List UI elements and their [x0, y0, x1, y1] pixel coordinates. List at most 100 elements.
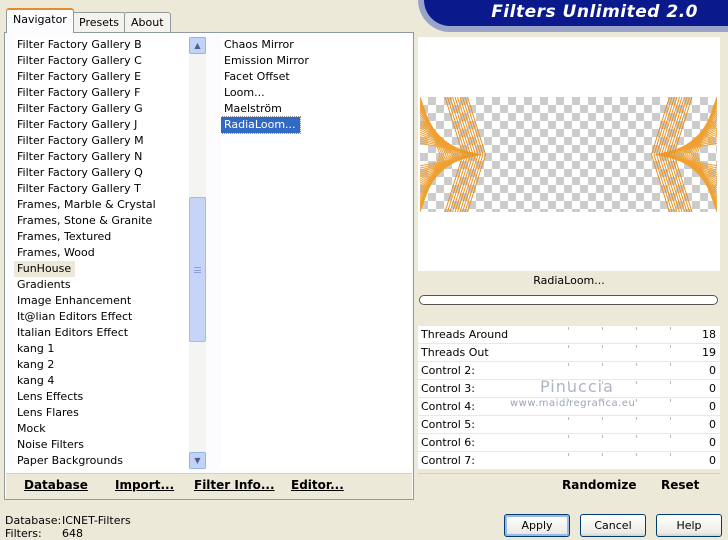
list-item[interactable]: Filter Factory Gallery C: [14, 53, 189, 69]
tab-presets[interactable]: Presets: [72, 12, 127, 32]
category-label: Filter Factory Gallery E: [17, 70, 142, 83]
tab-about[interactable]: About: [124, 12, 171, 32]
control-value: 0: [709, 382, 716, 395]
control-label: Control 6:: [421, 436, 475, 449]
control-label: Control 2:: [421, 364, 475, 377]
cancel-button[interactable]: Cancel: [580, 514, 646, 537]
database-label: Database:: [5, 514, 62, 527]
list-item[interactable]: It@lian Editors Effect: [14, 309, 189, 325]
control-value: 19: [702, 346, 716, 359]
category-label: Frames, Textured: [17, 230, 112, 243]
filters-label: Filters:: [5, 527, 42, 540]
list-item[interactable]: Filter Factory Gallery B: [14, 37, 189, 53]
category-label: Filter Factory Gallery M: [17, 134, 144, 147]
control-value: 0: [709, 418, 716, 431]
list-item[interactable]: FunHouse: [14, 261, 189, 277]
preview-filter-name: RadiaLoom...: [533, 274, 605, 287]
list-item[interactable]: Filter Factory Gallery F: [14, 85, 189, 101]
scroll-down-button[interactable]: ▼: [189, 452, 206, 469]
slider-ticks: [568, 327, 690, 330]
list-item[interactable]: Filter Factory Gallery J: [14, 117, 189, 133]
slider-ticks: [568, 363, 690, 366]
list-item[interactable]: Lens Effects: [14, 389, 189, 405]
category-label: Lens Effects: [17, 390, 84, 403]
list-item[interactable]: Frames, Stone & Granite: [14, 213, 189, 229]
filter-label: Emission Mirror: [224, 54, 309, 67]
grip-icon: [194, 266, 201, 273]
control-value: 0: [709, 436, 716, 449]
category-label: Filter Factory Gallery Q: [17, 166, 143, 179]
slider-ticks: [568, 435, 690, 438]
control-slider[interactable]: Control 7: 0: [418, 452, 720, 470]
list-item[interactable]: Noise Filters: [14, 437, 189, 453]
list-item[interactable]: Emission Mirror: [221, 53, 411, 69]
filter-info-button[interactable]: Filter Info...: [194, 478, 275, 492]
category-label: Filter Factory Gallery J: [17, 118, 138, 131]
list-item[interactable]: kang 4: [14, 373, 189, 389]
filter-label: Facet Offset: [224, 70, 290, 83]
list-item[interactable]: Chaos Mirror: [221, 37, 411, 53]
category-label: Italian Editors Effect: [17, 326, 129, 339]
category-label: It@lian Editors Effect: [17, 310, 133, 323]
control-slider[interactable]: Threads Around 18: [418, 326, 720, 344]
control-label: Threads Out: [421, 346, 489, 359]
filter-label: Loom...: [224, 86, 265, 99]
list-item[interactable]: Loom...: [221, 85, 411, 101]
list-item[interactable]: Filter Factory Gallery E: [14, 69, 189, 85]
preview-image: [420, 97, 717, 212]
import-button[interactable]: Import...: [115, 478, 174, 492]
category-label: Filter Factory Gallery B: [17, 38, 142, 51]
category-label: kang 4: [17, 374, 55, 387]
category-label: Frames, Wood: [17, 246, 95, 259]
category-label: Filter Factory Gallery T: [17, 182, 141, 195]
category-label: Noise Filters: [17, 438, 84, 451]
list-item[interactable]: Filter Factory Gallery N: [14, 149, 189, 165]
list-item[interactable]: Paper Backgrounds: [14, 453, 189, 469]
category-scrollbar[interactable]: ▲ ▼: [189, 37, 206, 469]
control-value: 0: [709, 400, 716, 413]
category-label: Paper Backgrounds: [17, 454, 124, 467]
list-item[interactable]: kang 2: [14, 357, 189, 373]
scroll-up-button[interactable]: ▲: [189, 37, 206, 54]
list-item[interactable]: kang 1: [14, 341, 189, 357]
control-label: Control 5:: [421, 418, 475, 431]
slider-ticks: [568, 345, 690, 348]
scroll-thumb[interactable]: [189, 197, 206, 342]
filter-list[interactable]: Chaos Mirror Emission Mirror Facet Offset L…: [221, 37, 411, 469]
list-item[interactable]: Frames, Textured: [14, 229, 189, 245]
preview-pattern: [420, 97, 717, 212]
randomize-button[interactable]: Randomize: [562, 478, 636, 492]
help-button[interactable]: Help: [656, 514, 722, 537]
database-button[interactable]: Database: [24, 478, 88, 492]
list-item[interactable]: Image Enhancement: [14, 293, 189, 309]
list-item[interactable]: Filter Factory Gallery T: [14, 181, 189, 197]
list-item[interactable]: Mock: [14, 421, 189, 437]
category-label: Filter Factory Gallery G: [17, 102, 143, 115]
list-item[interactable]: Facet Offset: [221, 69, 411, 85]
apply-button[interactable]: Apply: [504, 514, 570, 537]
list-item[interactable]: Italian Editors Effect: [14, 325, 189, 341]
editor-button[interactable]: Editor...: [291, 478, 344, 492]
list-item[interactable]: Lens Flares: [14, 405, 189, 421]
category-list[interactable]: Filter Factory Gallery B Filter Factory G…: [14, 37, 189, 469]
list-item[interactable]: Filter Factory Gallery G: [14, 101, 189, 117]
list-item[interactable]: Gradients: [14, 277, 189, 293]
control-slider[interactable]: Control 5: 0: [418, 416, 720, 434]
list-item[interactable]: Maelström: [221, 101, 411, 117]
list-item[interactable]: Filter Factory Gallery Q: [14, 165, 189, 181]
category-label: Filter Factory Gallery N: [17, 150, 143, 163]
list-item[interactable]: RadiaLoom...: [221, 116, 411, 134]
filter-label: Chaos Mirror: [224, 38, 294, 51]
list-item[interactable]: Frames, Wood: [14, 245, 189, 261]
list-item[interactable]: Filter Factory Gallery M: [14, 133, 189, 149]
category-label: Frames, Stone & Granite: [17, 214, 153, 227]
control-value: 0: [709, 454, 716, 467]
list-item[interactable]: Frames, Marble & Crystal: [14, 197, 189, 213]
category-label: Filter Factory Gallery F: [17, 86, 141, 99]
control-slider[interactable]: Control 6: 0: [418, 434, 720, 452]
tab-navigator[interactable]: Navigator: [6, 8, 74, 33]
category-label: Image Enhancement: [17, 294, 132, 307]
control-label: Control 3:: [421, 382, 475, 395]
reset-button[interactable]: Reset: [661, 478, 699, 492]
control-slider[interactable]: Threads Out 19: [418, 344, 720, 362]
